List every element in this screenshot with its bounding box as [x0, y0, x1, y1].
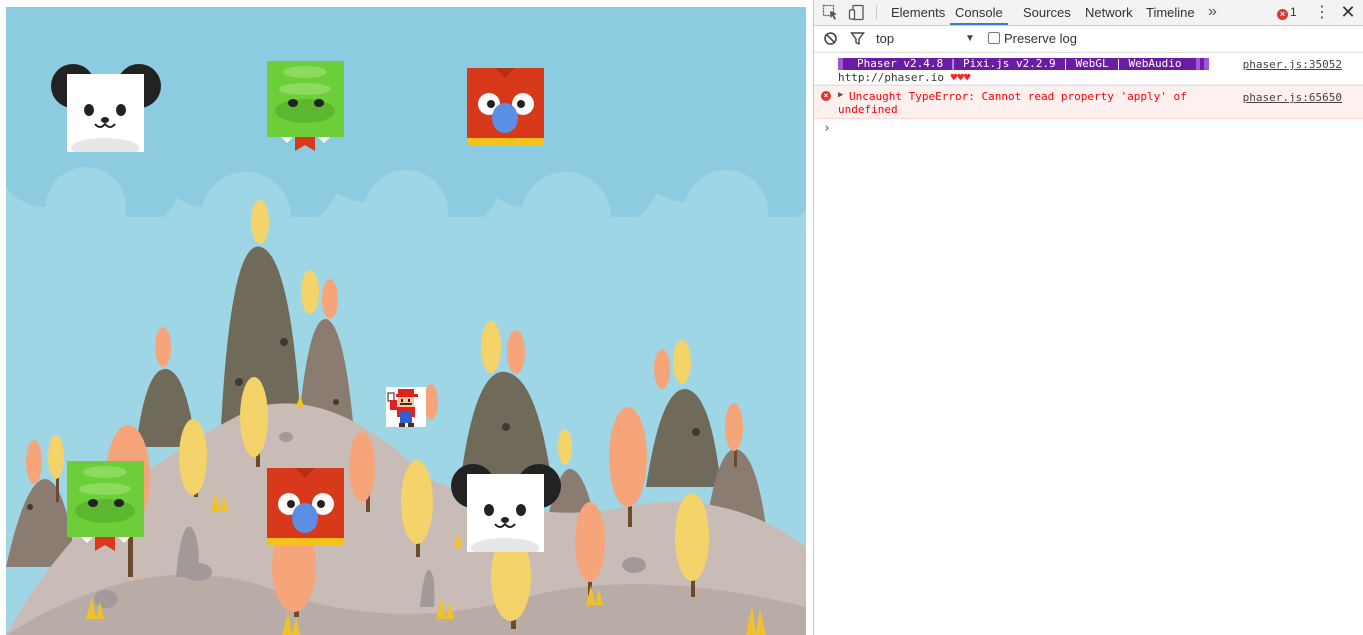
tab-sources[interactable]: Sources: [1023, 0, 1071, 25]
context-dropdown-arrow-icon[interactable]: ▼: [965, 26, 975, 52]
mario-sprite[interactable]: [386, 387, 426, 427]
console-messages: Phaser v2.4.8 | Pixi.js v2.2.9 | WebGL |…: [814, 53, 1363, 136]
dragon-sprite[interactable]: [267, 61, 344, 153]
tab-elements[interactable]: Elements: [891, 0, 945, 25]
expand-triangle-icon[interactable]: ▶: [838, 90, 843, 100]
error-count-value: 1: [1290, 5, 1297, 19]
panda-sprite-2[interactable]: [451, 460, 561, 552]
inspect-element-icon[interactable]: [822, 4, 839, 21]
error-text-line1: Uncaught TypeError: Cannot read property…: [849, 90, 1187, 103]
tab-network[interactable]: Network: [1085, 0, 1133, 25]
panda-sprite[interactable]: [51, 60, 161, 152]
tab-console[interactable]: Console: [950, 0, 1008, 25]
tab-timeline[interactable]: Timeline: [1146, 0, 1195, 25]
console-log-message: Phaser v2.4.8 | Pixi.js v2.2.9 | WebGL |…: [814, 53, 1363, 85]
checkbox-box[interactable]: [988, 32, 1000, 44]
parrot-sprite[interactable]: [467, 68, 544, 146]
phaser-url: http://phaser.io: [838, 71, 944, 84]
devtools-toolbar: Elements Console Sources Network Timelin…: [814, 0, 1363, 26]
toolbar-separator: [876, 5, 877, 20]
console-error-message: × ▶ Uncaught TypeError: Cannot read prop…: [814, 85, 1363, 119]
console-filter-bar: top ▼ Preserve log: [814, 26, 1363, 53]
close-devtools-icon[interactable]: ✕: [1340, 0, 1356, 25]
devtools-panel: Elements Console Sources Network Timelin…: [814, 0, 1363, 635]
context-selector[interactable]: top: [876, 26, 894, 52]
parrot-sprite-2[interactable]: [267, 468, 344, 546]
log-url-line: http://phaser.io ♥♥♥: [838, 71, 970, 84]
source-link[interactable]: phaser.js:35052: [1243, 58, 1342, 71]
error-count-badge[interactable]: × 1: [1277, 0, 1297, 25]
device-toggle-icon[interactable]: [848, 4, 865, 21]
hearts: ♥♥♥: [950, 71, 971, 84]
error-icon: ×: [1277, 9, 1288, 20]
game-canvas[interactable]: [6, 7, 806, 635]
dragon-sprite-2[interactable]: [67, 461, 144, 553]
filter-icon[interactable]: [850, 31, 867, 48]
preserve-log-label: Preserve log: [1004, 31, 1077, 46]
phaser-banner: Phaser v2.4.8 | Pixi.js v2.2.9 | WebGL |…: [838, 58, 1209, 70]
error-text-line2: undefined: [838, 103, 898, 116]
source-link-2[interactable]: phaser.js:65650: [1243, 91, 1342, 104]
banner-text: Phaser v2.4.8 | Pixi.js v2.2.9 | WebGL |…: [857, 57, 1182, 70]
preserve-log-checkbox[interactable]: Preserve log: [988, 26, 1077, 52]
customize-menu-icon[interactable]: ⋮: [1314, 0, 1330, 25]
error-circle-icon: ×: [821, 91, 831, 101]
clear-console-icon[interactable]: [823, 31, 840, 48]
more-tabs-chevron-icon[interactable]: »: [1208, 0, 1217, 25]
console-prompt[interactable]: ›: [823, 121, 831, 136]
